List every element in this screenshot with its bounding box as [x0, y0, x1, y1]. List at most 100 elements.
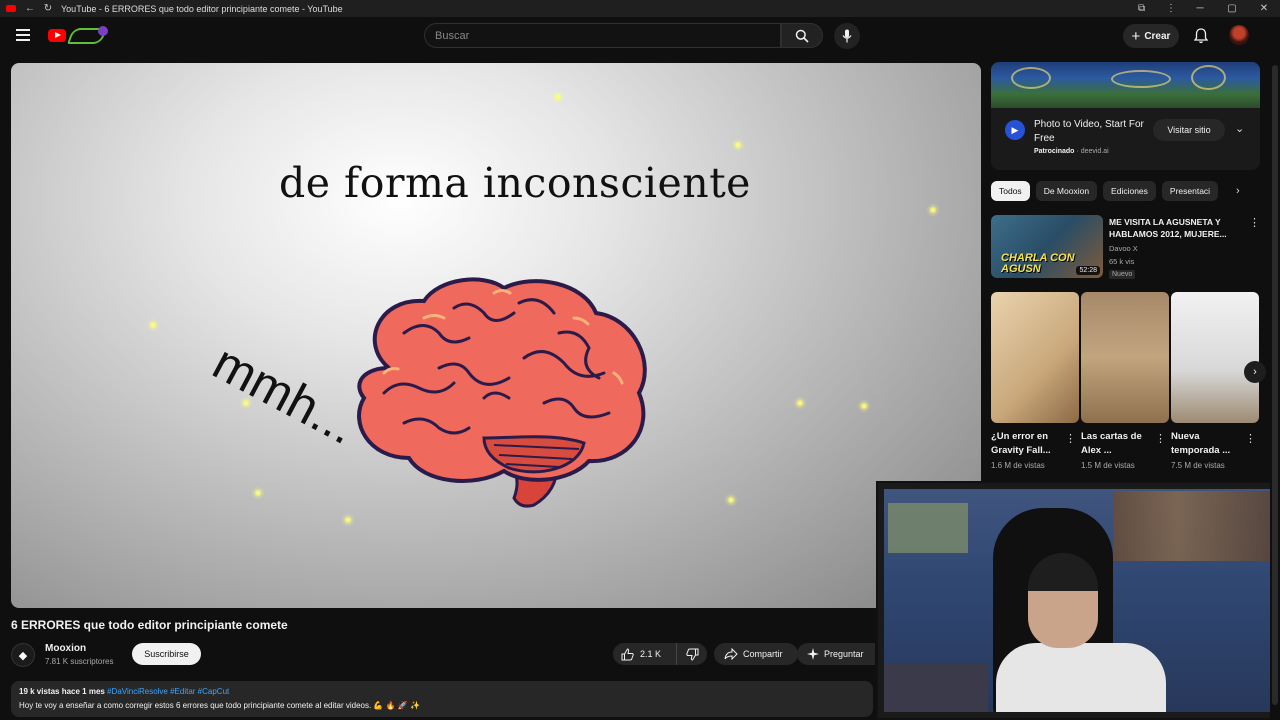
ad-swirl-decoration [1011, 67, 1051, 89]
mic-icon [842, 29, 852, 43]
recommended-video[interactable]: CHARLA CON AGUSN 52:28 ME VISITA LA AGUS… [991, 215, 1261, 285]
browser-titlebar: ← ↻ YouTube - 6 ERRORES que todo editor … [0, 0, 1280, 17]
channel-name[interactable]: Mooxion [45, 643, 86, 654]
chip-presentaciones[interactable]: Presentaci [1161, 181, 1219, 201]
chevron-right-icon[interactable]: › [1236, 185, 1240, 197]
sparkle-decoration [551, 90, 565, 104]
visit-site-button[interactable]: Visitar sitio [1153, 119, 1225, 141]
chevron-right-icon[interactable]: › [1244, 361, 1266, 383]
chip-ediciones[interactable]: Ediciones [1103, 181, 1156, 201]
ad-domain: deevid.ai [1080, 148, 1109, 155]
chip-de-mooxion[interactable]: De Mooxion [1035, 181, 1098, 201]
short-item[interactable]: ¿Un error en Gravity Fall... 1.6 M de vi… [991, 292, 1079, 474]
short-title[interactable]: Las cartas de Alex ... [1081, 430, 1159, 458]
description-text: Hoy te voy a enseñar a como corregir est… [19, 701, 420, 710]
brain-illustration [357, 277, 647, 508]
hashtags[interactable]: #DaVinciResolve #Editar #CapCut [107, 687, 229, 696]
webcam-frame [878, 483, 1278, 718]
ad-title[interactable]: Photo to Video, Start For Free [1034, 118, 1144, 146]
sparkle-decoration [146, 318, 160, 332]
search-box [424, 23, 781, 48]
chip-todos[interactable]: Todos [991, 181, 1030, 201]
share-label: Compartir [743, 649, 783, 659]
search-icon [795, 29, 809, 43]
youtube-logo[interactable] [48, 26, 110, 46]
ad-swirl-decoration [1111, 70, 1171, 88]
more-options-icon[interactable]: ⋮ [1245, 432, 1256, 445]
scrollbar-thumb[interactable] [1272, 65, 1278, 705]
like-count: 2.1 K [640, 649, 662, 659]
bell-icon [1194, 28, 1208, 44]
short-thumbnail[interactable] [991, 292, 1079, 423]
search-input[interactable] [425, 24, 780, 47]
view-count: 19 k vistas [19, 687, 60, 696]
ask-button[interactable]: Preguntar [797, 643, 875, 665]
ad-brand-icon: ▶ [1005, 120, 1025, 140]
ask-label: Preguntar [824, 649, 864, 659]
more-options-icon[interactable]: ⋮ [1065, 432, 1076, 445]
subscriber-count: 7.81 K suscriptores [45, 657, 114, 666]
short-item[interactable]: Nueva temporada ... 7.5 M de vistas ⋮ [1171, 292, 1259, 474]
description-box[interactable]: 19 k vistas hace 1 mes #DaVinciResolve #… [11, 681, 873, 717]
share-button[interactable]: Compartir [714, 643, 798, 665]
like-dislike-group: 2.1 K [613, 643, 707, 665]
thumbs-up-icon [621, 647, 634, 660]
browser-menu-icon[interactable]: ⋮ [1166, 0, 1176, 17]
page-scrollbar[interactable] [1270, 55, 1280, 720]
recommended-channel[interactable]: Davoo X [1109, 244, 1138, 253]
extensions-icon[interactable]: ⧉ [1138, 0, 1145, 17]
chevron-down-icon[interactable]: ⌄ [1235, 122, 1244, 135]
more-options-icon[interactable]: ⋮ [1249, 216, 1260, 229]
short-thumbnail[interactable] [1171, 292, 1259, 423]
reload-icon[interactable]: ↻ [39, 3, 57, 14]
sparkle-decoration [724, 493, 738, 507]
short-title[interactable]: ¿Un error en Gravity Fall... [991, 430, 1069, 458]
account-avatar[interactable] [1229, 25, 1249, 45]
filter-chips: Todos De Mooxion Ediciones Presentaci [991, 181, 1253, 202]
recommended-views: 65 k vis [1109, 257, 1135, 266]
short-views: 1.6 M de vistas [991, 461, 1045, 470]
more-options-icon[interactable]: ⋮ [1155, 432, 1166, 445]
notifications-button[interactable] [1192, 26, 1210, 46]
recommended-title[interactable]: ME VISITA LA AGUSNETA Y HABLAMOS 2012, M… [1109, 216, 1244, 240]
create-button[interactable]: + Crear [1123, 24, 1179, 48]
sparkle-icon [807, 648, 819, 660]
ad-banner-image [991, 62, 1260, 108]
subscribe-button[interactable]: Suscribirse [132, 643, 201, 665]
plus-icon: + [1131, 27, 1141, 45]
upload-date: hace 1 mes [61, 687, 105, 696]
youtube-play-icon [48, 29, 66, 42]
share-icon [724, 648, 738, 660]
sparkle-decoration [731, 138, 745, 152]
short-views: 1.5 M de vistas [1081, 461, 1135, 470]
like-button[interactable]: 2.1 K [613, 643, 677, 665]
sponsored-label: Patrocinado [1034, 148, 1075, 155]
video-thumbnail[interactable]: CHARLA CON AGUSN 52:28 [991, 215, 1103, 278]
sparkle-decoration [857, 399, 871, 413]
video-duration: 52:28 [1076, 266, 1100, 275]
voice-search-button[interactable] [834, 23, 860, 49]
create-label: Crear [1144, 30, 1171, 42]
masthead: + Crear [0, 17, 1280, 55]
short-thumbnail[interactable] [1081, 292, 1169, 423]
dislike-button[interactable] [677, 643, 707, 665]
minimize-button[interactable]: ─ [1184, 0, 1216, 17]
back-icon[interactable]: ← [21, 3, 39, 14]
sparkle-decoration [341, 513, 355, 527]
close-button[interactable]: ✕ [1248, 0, 1280, 17]
youtube-favicon-icon [6, 5, 16, 12]
short-item[interactable]: Las cartas de Alex ... 1.5 M de vistas ⋮ [1081, 292, 1169, 474]
sparkle-decoration [926, 203, 940, 217]
maximize-button[interactable]: ▢ [1216, 0, 1248, 17]
channel-avatar[interactable]: ◆ [11, 643, 35, 667]
sparkle-decoration [793, 396, 807, 410]
new-badge: Nuevo [1109, 270, 1136, 279]
video-side-text: mmh... [204, 333, 366, 456]
sparkle-decoration [251, 486, 265, 500]
sponsored-ad[interactable]: ▶ Photo to Video, Start For Free Patroci… [991, 62, 1260, 170]
menu-icon[interactable] [16, 29, 30, 41]
short-title[interactable]: Nueva temporada ... [1171, 430, 1249, 458]
video-title: 6 ERRORES que todo editor principiante c… [11, 618, 288, 632]
search-button[interactable] [781, 23, 823, 48]
video-player[interactable]: de forma inconsciente mmh... [11, 63, 981, 608]
